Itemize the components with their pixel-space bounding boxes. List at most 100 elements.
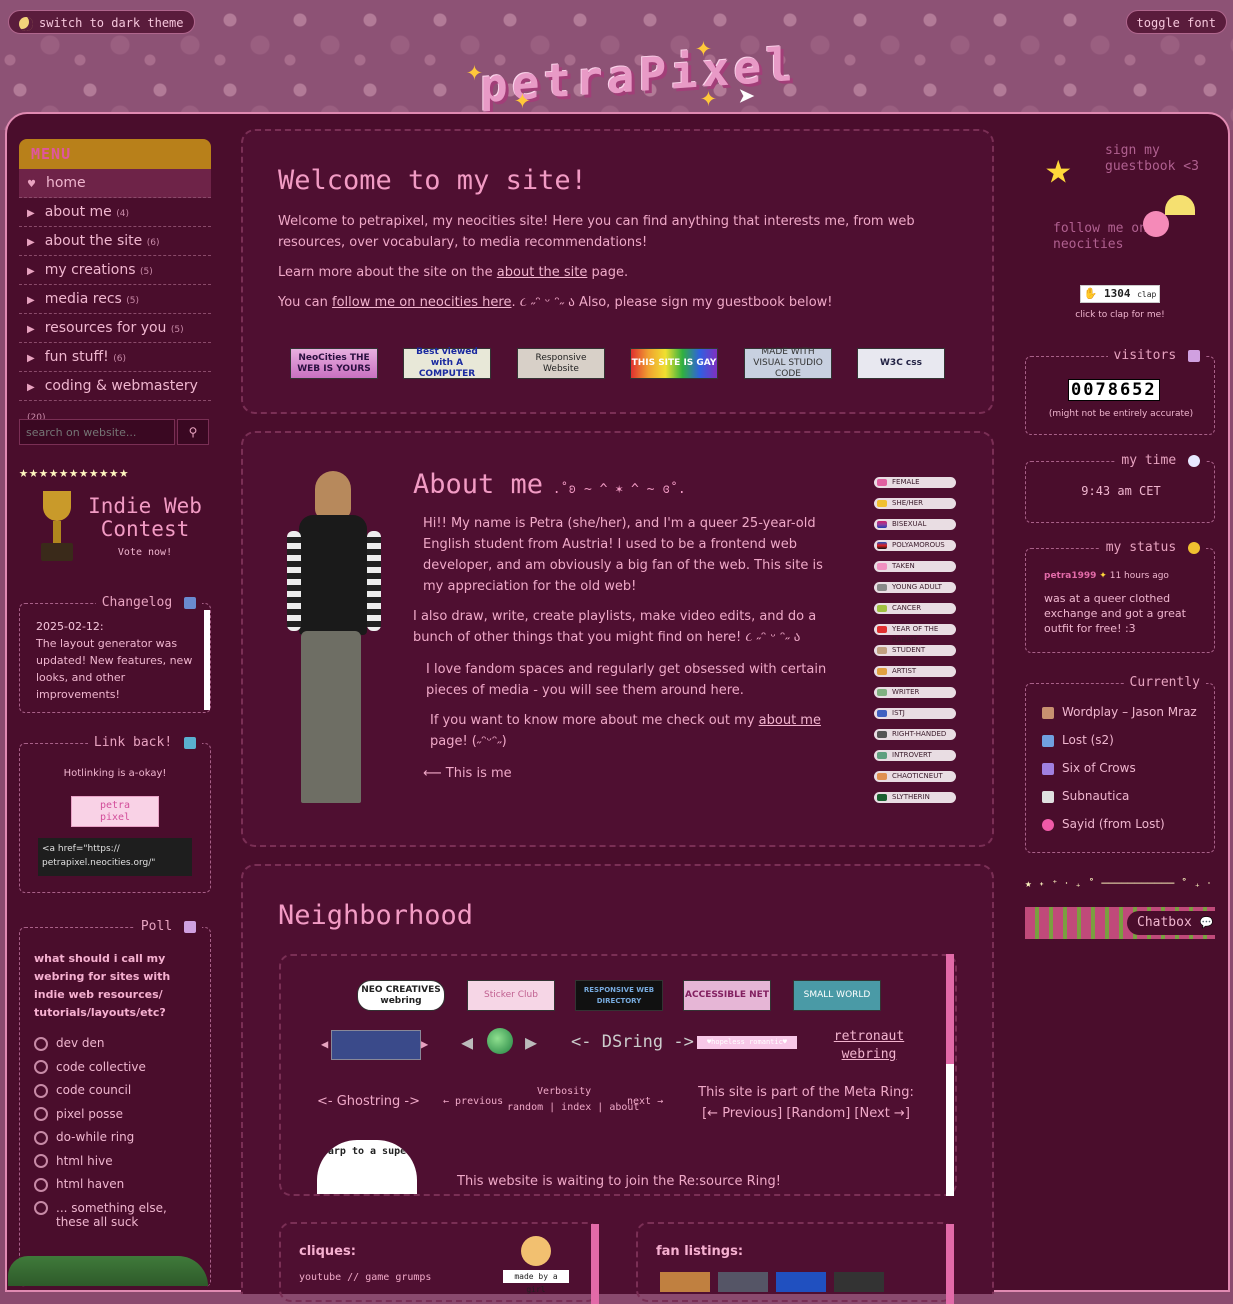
hopeless-romantic-badge[interactable]: ♥hopeless romantic♥ [697,1036,797,1049]
dark-theme-button[interactable]: switch to dark theme [8,10,195,34]
radio-button[interactable] [34,1036,48,1051]
webring-banner[interactable] [331,1030,421,1060]
fanlisting-thumbnail[interactable] [718,1272,768,1292]
poll-option[interactable]: html haven [34,1177,196,1192]
radio-button[interactable] [34,1130,48,1145]
accessible-net-badge[interactable]: ACCESSIBLE NET [683,980,771,1011]
verbosity-links[interactable]: random | index | about [507,1102,639,1113]
responsive-badge[interactable]: Responsive Website [517,348,605,379]
fanlistings-scrollbar[interactable] [946,1224,954,1304]
linkback-code-textarea[interactable]: <a href="https://petrapixel.neocities.or… [38,838,192,876]
small-world-badge[interactable]: SMALL WORLD [793,980,881,1011]
changelog-text: The layout generator was updated! New fe… [36,637,193,701]
radio-button[interactable] [34,1083,48,1098]
welcome-paragraph: You can follow me on neocities here. ૮ ˶… [278,295,833,310]
bar-chart-icon [1188,349,1200,362]
poll-option[interactable]: pixel posse [34,1107,196,1121]
verbosity-next-link[interactable]: next → [627,1096,663,1107]
menu-item-about-me[interactable]: ▶ about me (4) [19,198,211,227]
chatbox-header[interactable]: Chatbox 💬 [1025,907,1215,939]
gay-badge[interactable]: THIS SITE IS GAY [630,348,718,379]
clap-button[interactable]: ✋ 1304 clap [1080,285,1160,303]
menu-item-about-site[interactable]: ▶ about the site (6) [19,227,211,256]
globe-prev-arrow[interactable]: ◀ [461,1030,473,1054]
globe-next-arrow[interactable]: ▶ [525,1030,537,1054]
sticker-club-badge[interactable]: Sticker Club [467,980,555,1011]
vscode-badge[interactable]: MADE WITH VISUAL STUDIO CODE [744,347,832,379]
about-me-link[interactable]: about me [759,713,821,728]
fanlisting-thumbnail[interactable] [660,1272,710,1292]
scrollbar[interactable] [204,610,210,710]
dsring-link[interactable]: <- DSring -> [571,1032,694,1052]
ghostring-link[interactable]: <- Ghostring -> [317,1094,420,1109]
changelog-box: Changelog 2025-02-12: The layout generat… [19,595,211,713]
fanlistings-title: fan listings: [656,1244,744,1259]
site-88x31-button[interactable]: petra pixel [71,796,159,827]
sparkle-divider: ★ ˖ ⁺ ‧ ₊ ˚ ─────────── ˚ ₊ ‧ ⁺ ˖ ★ [1025,877,1215,890]
tag-artist: ARTIST [874,666,956,677]
menu-item-resources[interactable]: ▶ resources for you (5) [19,314,211,343]
neo-creatives-webring[interactable]: NEO CREATIVES webring [357,980,445,1011]
follow-neocities-widget[interactable]: follow me on neocities [1053,195,1213,261]
triangle-right-icon: ▶ [27,237,35,248]
made-by-girl-badge[interactable]: made by a girl [503,1236,569,1294]
menu-item-creations[interactable]: ▶ my creations (5) [19,256,211,285]
neighborhood-scrollbar[interactable] [946,954,954,1196]
metaring-widget: This site is part of the Meta Ring: [← Pr… [681,1082,931,1124]
triangle-right-icon: ▶ [27,324,35,335]
poll-option[interactable]: code collective [34,1060,196,1074]
webring-next-arrow[interactable]: ▶ [421,1037,428,1051]
menu-item-media-recs[interactable]: ▶ media recs (5) [19,285,211,314]
neocities-badge[interactable]: NeoCities THE WEB IS YOURS [290,348,378,379]
responsive-web-directory-badge[interactable]: RESPONSIVE WEB DIRECTORY [575,980,663,1011]
search-button[interactable]: ⚲ [177,419,209,445]
cliques-scrollbar[interactable] [591,1224,599,1304]
search-input[interactable] [19,419,175,445]
radio-button[interactable] [34,1177,48,1192]
menu-item-coding[interactable]: ▶ coding & webmastery (20) [19,372,211,423]
globe-webring-icon[interactable] [487,1028,513,1054]
welcome-panel: Welcome to my site! Welcome to petrapixe… [241,129,994,414]
tag-istj: ISTJ [874,708,956,719]
vote-now-link[interactable]: Vote now! [83,547,207,558]
site-logo[interactable]: petraPixel ✦ ✦ ✦ ✦ ➤ [466,30,797,120]
star-icon: ★ [1045,143,1072,194]
w3c-css-badge[interactable]: W3C css [857,348,945,379]
welcome-title: Welcome to my site! [278,165,587,196]
webrings-box: NEO CREATIVES webring Sticker Club RESPO… [279,954,957,1196]
best-viewed-badge[interactable]: Best viewed with A COMPUTER [403,347,491,379]
triangle-right-icon: ▶ [27,266,35,277]
menu-item-home[interactable]: ♥ home [19,169,211,198]
warp-badge[interactable]: warp to a super [317,1140,417,1194]
clique-link[interactable]: youtube // game grumps [299,1272,431,1283]
about-site-link[interactable]: about the site [497,265,588,280]
follow-neocities-link[interactable]: follow me on neocities here [332,295,511,310]
triangle-right-icon: ▶ [27,208,35,219]
moon-icon [19,16,33,31]
toggle-font-button[interactable]: toggle font [1125,10,1227,34]
poll-option[interactable]: html hive [34,1154,196,1168]
metaring-nav-links[interactable]: [← Previous] [Random] [Next →] [681,1103,931,1124]
radio-button[interactable] [34,1107,48,1121]
menu-item-fun-stuff[interactable]: ▶ fun stuff! (6) [19,343,211,372]
radio-button[interactable] [34,1060,48,1074]
about-paragraph: Hi!! My name is Petra (she/her), and I'm… [423,516,823,594]
poll-option[interactable]: code council [34,1083,196,1098]
fanlisting-thumbnail[interactable] [776,1272,826,1292]
radio-button[interactable] [34,1154,48,1168]
poll-option[interactable]: do-while ring [34,1130,196,1145]
guestbook-link[interactable]: ★ sign my guestbook <3 [1045,139,1215,199]
poll-option[interactable]: dev den [34,1036,196,1051]
retronaut-webring-link[interactable]: retronaut webring [819,1028,919,1064]
currently-list: Wordplay – Jason Mraz Lost (s2) Six of C… [1042,698,1197,838]
webring-prev-arrow[interactable]: ◀ [321,1037,328,1051]
indie-web-contest[interactable]: Indie Web Contest Vote now! [19,489,211,569]
star-divider: ★★★★★★★★★★★ [19,463,130,481]
poll-option[interactable]: ... something else, these all suck [34,1200,196,1229]
about-paragraph: I also draw, write, create playlists, ma… [413,609,817,645]
verbosity-prev-link[interactable]: ← previous [443,1096,503,1107]
fanlisting-thumbnail[interactable] [834,1272,884,1292]
radio-button[interactable] [34,1200,48,1215]
status-username[interactable]: petra1999 [1044,571,1096,581]
status-box: my status petra1999 ✦ 11 hours ago was a… [1025,540,1215,653]
